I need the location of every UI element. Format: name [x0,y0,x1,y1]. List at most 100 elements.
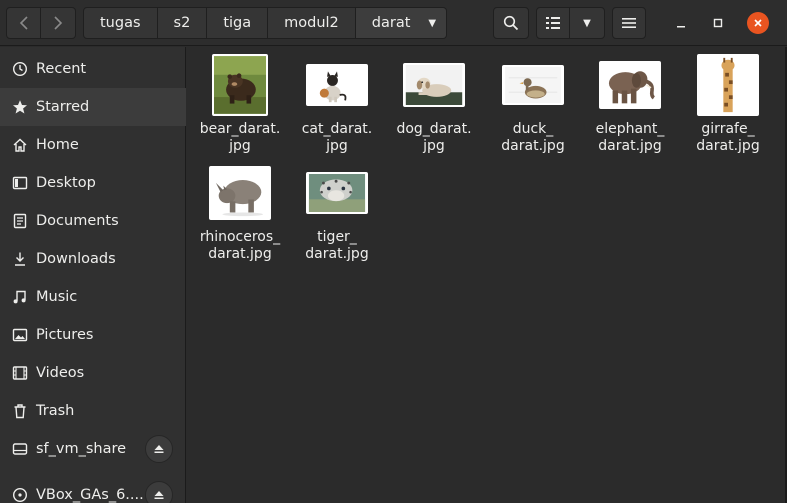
file-thumbnail [209,161,271,225]
file-name-line: darat.jpg [208,246,272,262]
maximize-icon [713,18,723,28]
menu-button[interactable] [612,7,646,39]
file-item[interactable]: girrafe_ darat.jpg [679,53,777,155]
chevron-down-icon: ▼ [583,17,591,29]
desktop-icon [12,175,28,191]
sidebar-item-starred[interactable]: Starred [0,88,186,126]
file-name: girrafe_ darat.jpg [680,121,776,155]
file-name-line: dog_darat. [396,121,472,137]
sidebar-item-home[interactable]: Home [0,126,186,164]
file-thumbnail [599,53,661,117]
view-options-button[interactable]: ▼ [569,7,605,39]
cat-thumbnail [306,64,368,106]
file-name: dog_darat. jpg [386,121,482,155]
sidebar-item-label: Downloads [36,251,116,267]
sidebar: Recent Starred Home Desktop Documents Do… [0,47,186,503]
file-name-line: jpg [423,138,445,154]
sidebar-item-label: VBox_GAs_6.... [36,487,144,503]
music-icon [12,289,28,305]
file-name-line: darat.jpg [305,246,369,262]
breadcrumb-item[interactable]: s2 [157,7,208,39]
breadcrumb-item[interactable]: tugas [83,7,158,39]
file-name: tiger_ darat.jpg [289,229,385,263]
breadcrumb-item[interactable]: tiga [207,7,269,39]
sidebar-item-videos[interactable]: Videos [0,354,186,392]
file-name: elephant_ darat.jpg [582,121,678,155]
sidebar-item-trash[interactable]: Trash [0,392,186,430]
drive-icon [12,441,28,457]
list-view-icon [546,17,560,29]
eject-button[interactable] [145,435,173,463]
chevron-right-icon [54,16,63,30]
disc-icon [12,487,28,503]
minimize-icon [677,26,685,28]
sidebar-item-vbox-gas[interactable]: VBox_GAs_6.... [0,476,186,503]
clock-icon [12,61,28,77]
view-mode-button[interactable] [536,7,570,39]
sidebar-item-label: Desktop [36,175,96,191]
minimize-button[interactable] [670,12,692,34]
sidebar-item-downloads[interactable]: Downloads [0,240,186,278]
duck-thumbnail [502,65,564,105]
file-thumbnail [306,53,368,117]
picture-icon [12,327,28,343]
maximize-button[interactable] [707,12,729,34]
file-name-line: tiger_ [317,229,357,245]
dropdown-caret-icon: ▼ [428,17,437,29]
back-button[interactable] [6,7,41,39]
file-name-line: jpg [229,138,251,154]
file-name: rhinoceros_ darat.jpg [192,229,288,263]
trash-icon [12,403,28,419]
chevron-left-icon [19,16,28,30]
file-item[interactable]: elephant_ darat.jpg [581,53,679,155]
file-name-line: rhinoceros_ [199,229,281,245]
close-button[interactable] [747,12,769,34]
file-name-line: bear_darat. [199,121,281,137]
tiger-thumbnail [306,172,368,214]
sidebar-item-documents[interactable]: Documents [0,202,186,240]
sidebar-item-label: Videos [36,365,85,381]
search-button[interactable] [493,7,529,39]
eject-button[interactable] [145,481,173,503]
sidebar-item-sf-vm-share[interactable]: sf_vm_share [0,430,186,468]
file-name-line: jpg [326,138,348,154]
eject-icon [154,445,164,453]
file-item[interactable]: cat_darat. jpg [288,53,386,155]
file-item[interactable]: tiger_ darat.jpg [288,161,386,263]
video-icon [12,365,28,381]
header-bar: tugas s2 tiga modul2 darat ▼ ▼ [0,0,787,46]
sidebar-item-label: Music [36,289,78,305]
file-item[interactable]: rhinoceros_ darat.jpg [191,161,289,263]
sidebar-item-pictures[interactable]: Pictures [0,316,186,354]
download-icon [12,251,28,267]
sidebar-item-label: Recent [36,61,87,77]
sidebar-item-recent[interactable]: Recent [0,50,186,88]
file-thumbnail [306,161,368,225]
sidebar-item-label: sf_vm_share [36,441,127,457]
sidebar-item-label: Documents [36,213,119,229]
eject-icon [154,491,164,499]
giraffe-thumbnail [697,54,759,116]
file-item[interactable]: duck_ darat.jpg [484,53,582,155]
search-icon [503,15,519,31]
bear-thumbnail [212,54,268,116]
hamburger-menu-icon [622,18,636,28]
sidebar-item-music[interactable]: Music [0,278,186,316]
sidebar-item-label: Pictures [36,327,94,343]
breadcrumb-item[interactable]: modul2 [268,7,356,39]
document-icon [12,213,28,229]
file-name-line: elephant_ [595,121,665,137]
close-icon [754,19,762,27]
breadcrumb-current[interactable]: darat ▼ [355,7,448,39]
file-name-line: cat_darat. [301,121,373,137]
star-icon [12,99,28,115]
file-name-line: girrafe_ [701,121,755,137]
file-thumbnail [403,53,465,117]
sidebar-item-desktop[interactable]: Desktop [0,164,186,202]
file-view[interactable]: bear_darat. jpg cat_darat. jpg dog_darat… [187,47,787,503]
forward-button[interactable] [41,7,76,39]
file-item[interactable]: dog_darat. jpg [385,53,483,155]
file-thumbnail [212,53,268,117]
file-name: cat_darat. jpg [289,121,385,155]
file-item[interactable]: bear_darat. jpg [191,53,289,155]
